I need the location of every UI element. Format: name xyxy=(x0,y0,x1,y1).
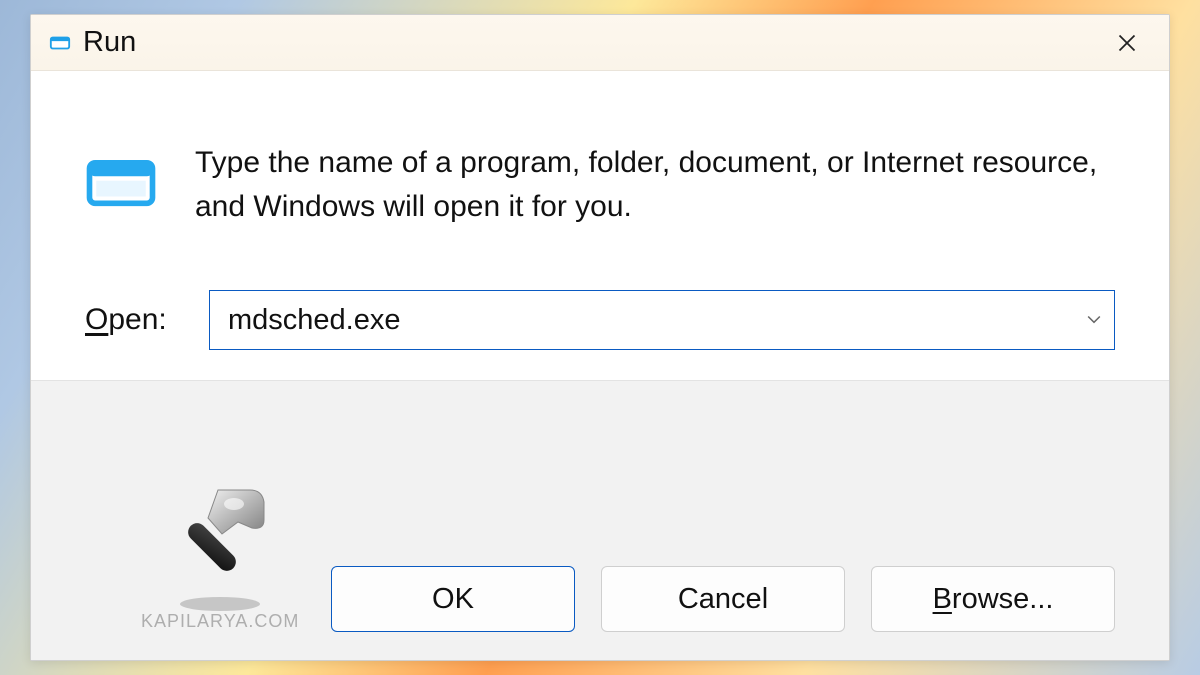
cancel-button[interactable]: Cancel xyxy=(601,566,845,632)
titlebar: Run xyxy=(31,15,1169,71)
input-row: Open: xyxy=(31,268,1169,380)
window-title: Run xyxy=(83,26,136,59)
open-label: Open: xyxy=(85,303,185,337)
run-icon-large xyxy=(85,147,157,219)
ok-button[interactable]: OK xyxy=(331,566,575,632)
browse-button[interactable]: Browse... xyxy=(871,566,1115,632)
hammer-icon xyxy=(160,482,280,612)
close-button[interactable] xyxy=(1103,23,1151,63)
run-dialog: Run Type the name of a program, folder, … xyxy=(30,14,1170,661)
dialog-description: Type the name of a program, folder, docu… xyxy=(195,141,1115,228)
watermark: KAPILARYA.COM xyxy=(141,507,299,632)
run-icon xyxy=(49,32,71,54)
button-row: OK Cancel Browse... xyxy=(331,566,1115,632)
chevron-down-icon[interactable] xyxy=(1074,291,1114,349)
dialog-footer: KAPILARYA.COM OK Cancel Browse... xyxy=(31,380,1169,660)
watermark-text: KAPILARYA.COM xyxy=(141,611,299,632)
dialog-body: Type the name of a program, folder, docu… xyxy=(31,71,1169,268)
open-input[interactable] xyxy=(210,291,1074,349)
open-combobox[interactable] xyxy=(209,290,1115,350)
